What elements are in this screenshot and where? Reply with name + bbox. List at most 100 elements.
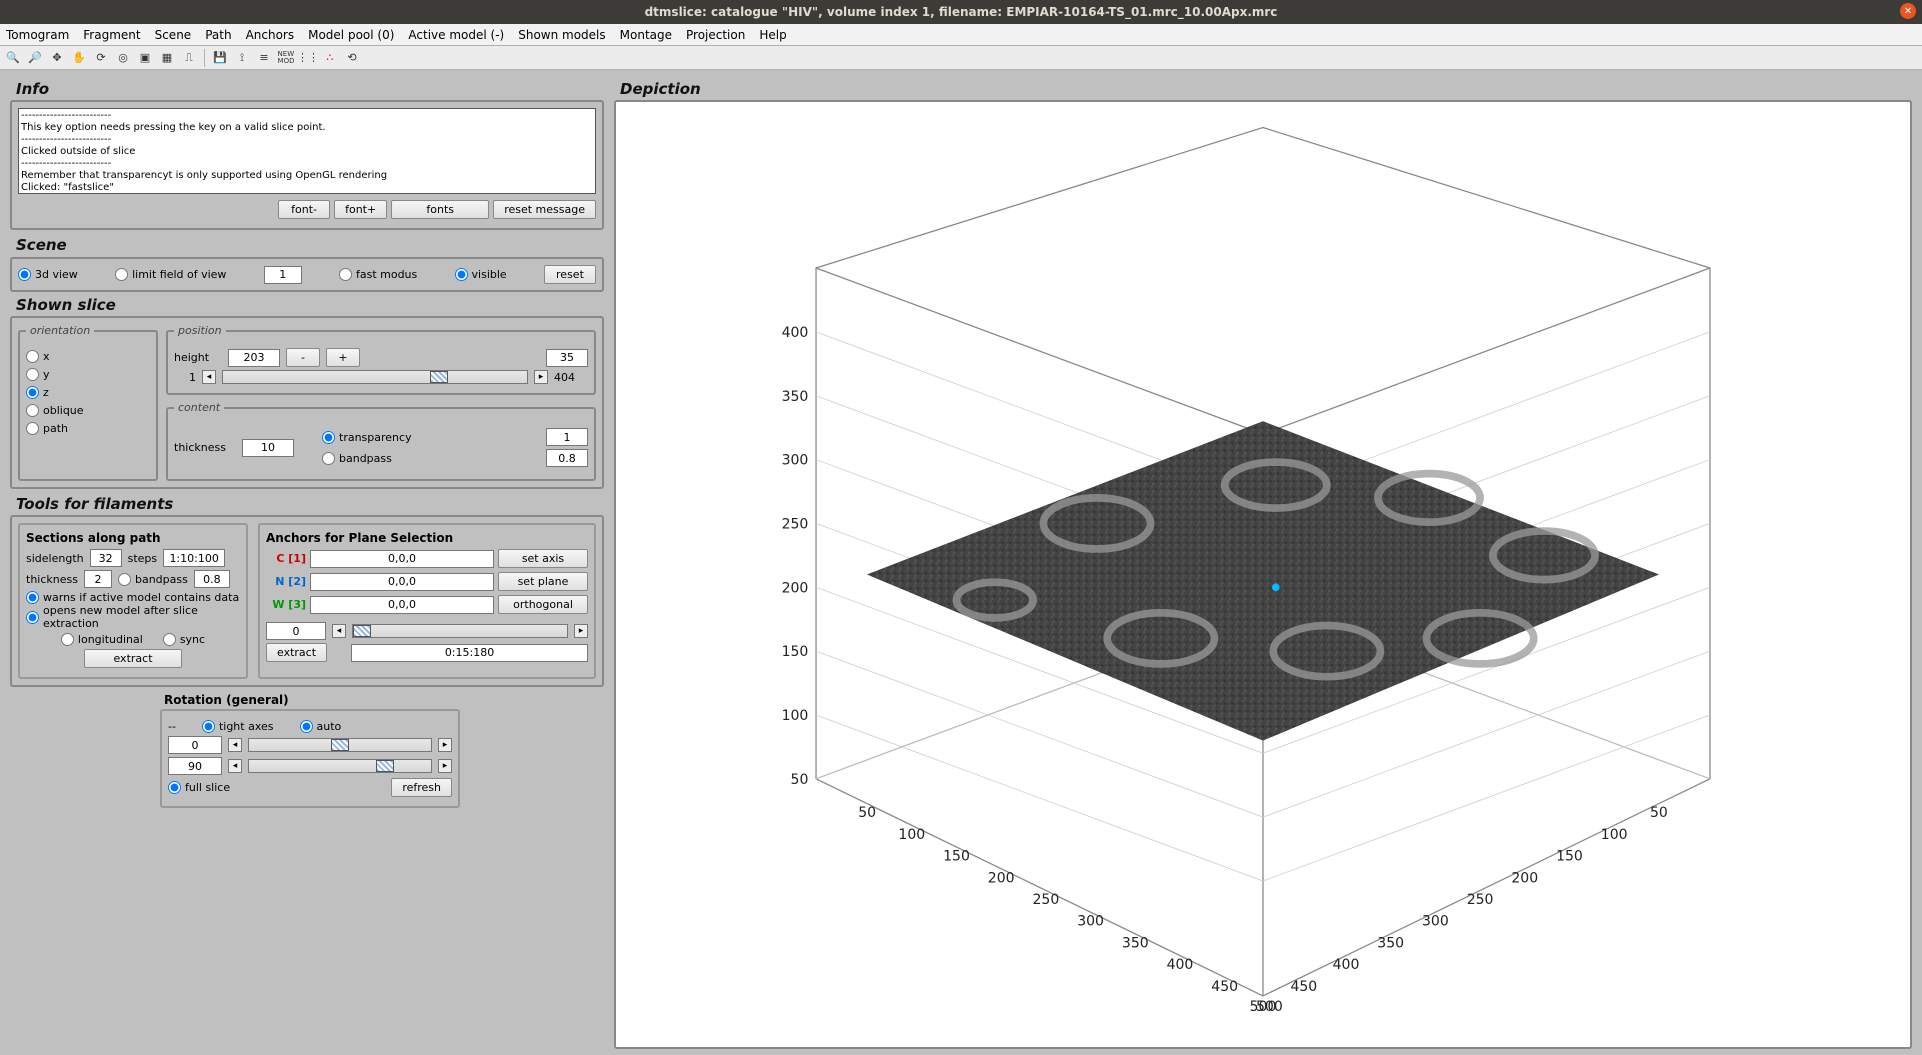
fit-icon[interactable]: ✥ [48, 49, 66, 67]
sliders-icon[interactable]: ≡ [255, 49, 273, 67]
longitudinal-radio[interactable]: longitudinal [61, 633, 143, 646]
transparency-value-input[interactable] [546, 428, 588, 446]
warn-radio[interactable]: warns if active model contains data [26, 591, 240, 604]
menu-active-model[interactable]: Active model (-) [408, 28, 504, 42]
menu-tomogram[interactable]: Tomogram [6, 28, 69, 42]
orientation-oblique-radio[interactable]: oblique [26, 404, 150, 417]
position-slider[interactable] [222, 370, 528, 384]
height-input[interactable] [228, 349, 280, 367]
info-log-list[interactable]: ------------------------- This key optio… [18, 108, 596, 194]
menu-shown-models[interactable]: Shown models [518, 28, 605, 42]
height-minus-button[interactable]: - [286, 348, 320, 367]
menu-model-pool[interactable]: Model pool (0) [308, 28, 394, 42]
tight-axes-radio[interactable]: tight axes [202, 720, 274, 733]
menu-projection[interactable]: Projection [686, 28, 745, 42]
rotation-val2-input[interactable] [168, 757, 222, 775]
newmodel-radio[interactable]: opens new model after slice extraction [26, 604, 240, 630]
sections-thickness-label: thickness [26, 573, 78, 586]
anchors-slider-value-input[interactable] [266, 622, 326, 640]
set-axis-button[interactable]: set axis [498, 549, 588, 568]
transparency-radio[interactable]: transparency [322, 431, 412, 444]
anchors-slider-left-icon[interactable]: ◂ [332, 624, 346, 638]
bandpass-radio[interactable]: bandpass [322, 452, 392, 465]
set-plane-button[interactable]: set plane [498, 572, 588, 591]
nodes-icon[interactable]: ⋮⋮ [299, 49, 317, 67]
grid-icon[interactable]: ▦ [158, 49, 176, 67]
menu-scene[interactable]: Scene [155, 28, 192, 42]
menu-fragment[interactable]: Fragment [83, 28, 140, 42]
rotation-val1-input[interactable] [168, 736, 222, 754]
rotation-slider-1[interactable] [248, 738, 432, 752]
thickness-input[interactable] [242, 439, 294, 457]
scene-fast-modus-radio[interactable]: fast modus [339, 268, 417, 281]
anchor-c-input[interactable] [310, 550, 494, 568]
orientation-path-radio[interactable]: path [26, 422, 150, 435]
orientation-z-radio[interactable]: z [26, 386, 150, 399]
height-plus-button[interactable]: + [326, 348, 360, 367]
rotate-icon[interactable]: ⟳ [92, 49, 110, 67]
select-icon[interactable]: ▣ [136, 49, 154, 67]
height-label: height [174, 351, 222, 364]
color-nodes-icon[interactable]: ∴ [321, 49, 339, 67]
rot2-right-icon[interactable]: ▸ [438, 759, 452, 773]
sections-extract-button[interactable]: extract [84, 649, 182, 668]
scene-reset-button[interactable]: reset [544, 265, 596, 284]
anchors-slider[interactable] [352, 624, 568, 638]
svg-text:350: 350 [1377, 935, 1404, 951]
scene-fov-input[interactable] [264, 266, 302, 284]
fonts-button[interactable]: fonts [391, 200, 489, 219]
close-icon[interactable]: ✕ [1900, 3, 1916, 19]
anchors-slider-right-icon[interactable]: ▸ [574, 624, 588, 638]
target-icon[interactable]: ◎ [114, 49, 132, 67]
anchors-extract-button[interactable]: extract [266, 643, 327, 662]
bandpass-value-input[interactable] [546, 449, 588, 467]
refresh-icon[interactable]: ⟲ [343, 49, 361, 67]
svg-text:300: 300 [782, 453, 809, 469]
anchor-n-input[interactable] [310, 573, 494, 591]
svg-text:100: 100 [1601, 827, 1628, 843]
anchors-range-input[interactable] [351, 644, 588, 662]
scene-3dview-radio[interactable]: 3d view [18, 268, 78, 281]
orientation-x-radio[interactable]: x [26, 350, 150, 363]
rot2-left-icon[interactable]: ◂ [228, 759, 242, 773]
menu-help[interactable]: Help [759, 28, 786, 42]
slider-left-icon[interactable]: ◂ [202, 370, 216, 384]
rotation-slider-2[interactable] [248, 759, 432, 773]
depiction-3d-viewport[interactable]: 400 350 300 250 200 150 100 50 50 100 15… [614, 100, 1912, 1049]
sidelength-input[interactable] [90, 549, 122, 567]
scene-visible-radio[interactable]: visible [455, 268, 507, 281]
anchor-w-input[interactable] [310, 596, 494, 614]
info-line: Remember that transparencyt is only supp… [21, 170, 593, 182]
settings-icon[interactable]: ⟟ [233, 49, 251, 67]
new-model-icon[interactable]: NEWMOD [277, 49, 295, 67]
svg-text:450: 450 [1290, 979, 1317, 995]
steps-input[interactable] [163, 549, 225, 567]
rot1-left-icon[interactable]: ◂ [228, 738, 242, 752]
full-slice-radio[interactable]: full slice [168, 781, 230, 794]
menu-anchors[interactable]: Anchors [246, 28, 295, 42]
svg-text:400: 400 [1333, 957, 1360, 973]
menu-montage[interactable]: Montage [620, 28, 672, 42]
slider-right-icon[interactable]: ▸ [534, 370, 548, 384]
auto-radio[interactable]: auto [300, 720, 342, 733]
menu-path[interactable]: Path [205, 28, 231, 42]
reset-message-button[interactable]: reset message [493, 200, 596, 219]
zoom-in-icon[interactable]: 🔍 [4, 49, 22, 67]
window-title: dtmslice: catalogue "HIV", volume index … [645, 5, 1278, 19]
zoom-out-icon[interactable]: 🔎 [26, 49, 44, 67]
hand-icon[interactable]: ✋ [70, 49, 88, 67]
refresh-button[interactable]: refresh [391, 778, 452, 797]
pulse-icon[interactable]: ⎍ [180, 49, 198, 67]
sections-bandpass-input[interactable] [194, 570, 230, 588]
scene-limit-fov-radio[interactable]: limit field of view [115, 268, 226, 281]
orthogonal-button[interactable]: orthogonal [498, 595, 588, 614]
font-plus-button[interactable]: font+ [334, 200, 387, 219]
save-icon[interactable]: 💾 [211, 49, 229, 67]
position-right-input[interactable] [546, 349, 588, 367]
sync-radio[interactable]: sync [163, 633, 205, 646]
orientation-y-radio[interactable]: y [26, 368, 150, 381]
font-minus-button[interactable]: font- [278, 200, 330, 219]
sections-bandpass-radio[interactable]: bandpass [118, 573, 188, 586]
rot1-right-icon[interactable]: ▸ [438, 738, 452, 752]
sections-thickness-input[interactable] [84, 570, 112, 588]
